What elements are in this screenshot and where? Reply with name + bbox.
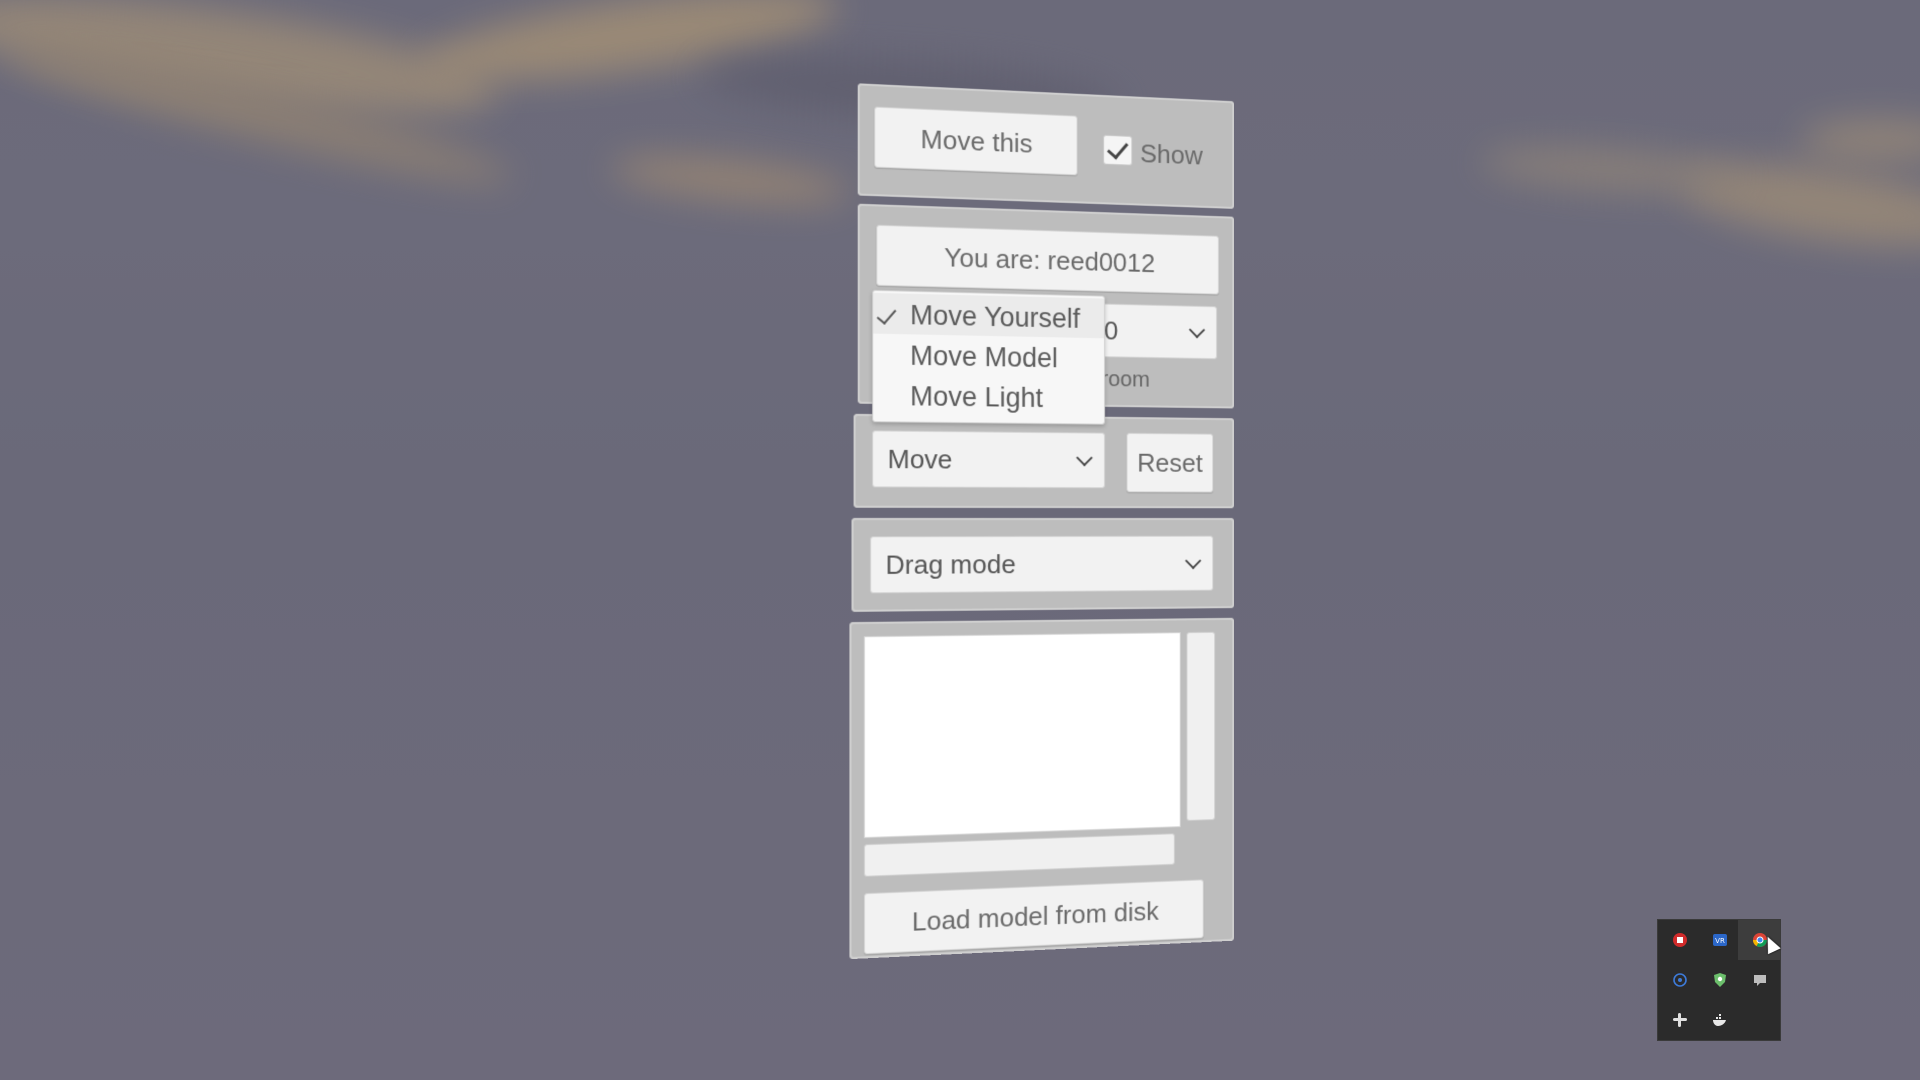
move-select[interactable]: Move: [872, 430, 1106, 489]
cloud: [1800, 120, 1920, 160]
header-panel: Move this Show: [857, 83, 1235, 209]
move-this-button[interactable]: Move this: [874, 106, 1078, 176]
cloud: [1478, 140, 1742, 200]
move-panel: Move Reset: [853, 413, 1235, 509]
chevron-down-icon: [1185, 552, 1202, 570]
check-icon: [876, 304, 897, 325]
checkmark-icon: [1106, 136, 1129, 160]
drag-mode-value: Drag mode: [885, 548, 1016, 580]
room-select-value: 0: [1104, 314, 1119, 346]
svg-text:VR: VR: [1715, 937, 1725, 945]
room-label: room: [1101, 366, 1150, 392]
chevron-down-icon: [1188, 321, 1206, 339]
docker-icon[interactable]: [1712, 1012, 1728, 1028]
show-checkbox[interactable]: [1103, 134, 1133, 166]
dropdown-item-label: Move Model: [910, 340, 1058, 374]
dropdown-item-move-model[interactable]: Move Model: [873, 336, 1104, 380]
log-panel: Load model from disk: [849, 617, 1235, 960]
drag-mode-panel: Drag mode: [851, 517, 1235, 612]
show-label: Show: [1140, 138, 1203, 171]
vertical-scrollbar[interactable]: [1186, 631, 1216, 821]
dropdown-item-label: Move Yourself: [910, 299, 1081, 334]
reset-button[interactable]: Reset: [1126, 432, 1214, 493]
cloud: [608, 147, 852, 213]
shield-icon[interactable]: [1712, 972, 1728, 988]
vr-icon[interactable]: VR: [1712, 932, 1728, 948]
mode-dropdown-list[interactable]: Move Yourself Move Model Move Light: [872, 289, 1106, 425]
drag-mode-select[interactable]: Drag mode: [870, 535, 1214, 594]
log-text-area[interactable]: [863, 632, 1181, 839]
vr-control-panel: Move this Show You are: reed0012 0 room …: [837, 80, 1235, 960]
load-model-button[interactable]: Load model from disk: [863, 879, 1204, 955]
dropdown-item-move-yourself[interactable]: Move Yourself: [873, 292, 1105, 339]
slack-icon[interactable]: [1672, 1012, 1688, 1028]
red-app-icon[interactable]: [1672, 932, 1688, 948]
dropdown-item-move-light[interactable]: Move Light: [873, 376, 1104, 419]
system-tray-popup: VR: [1658, 920, 1780, 1040]
chat-icon[interactable]: [1752, 972, 1768, 988]
network-icon[interactable]: [1672, 972, 1688, 988]
horizontal-scrollbar[interactable]: [863, 833, 1175, 877]
dropdown-item-label: Move Light: [910, 381, 1044, 414]
move-select-value: Move: [887, 443, 953, 475]
chevron-down-icon: [1076, 449, 1093, 467]
user-name-display: You are: reed0012: [876, 224, 1219, 295]
